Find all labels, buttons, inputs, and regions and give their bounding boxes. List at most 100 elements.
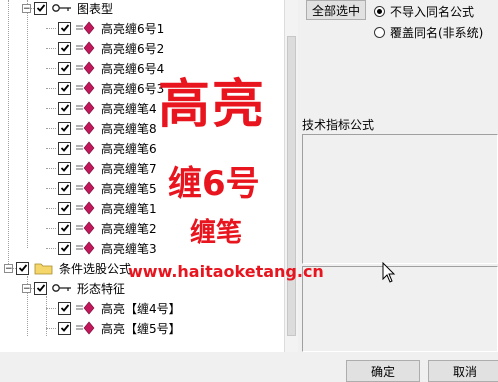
key-icon bbox=[51, 1, 73, 15]
tree-node-label: 高亮缠笔5 bbox=[101, 181, 157, 196]
tree-node-checkbox[interactable] bbox=[58, 241, 71, 255]
tree-node[interactable]: − 条件选股公式 bbox=[4, 258, 131, 278]
tree-node[interactable]: 高亮【缠5号】 bbox=[58, 318, 181, 338]
tree-node-checkbox[interactable] bbox=[58, 301, 71, 315]
ok-button[interactable]: 确定 bbox=[346, 360, 420, 382]
tree-connector-line bbox=[46, 128, 56, 129]
tree-node-label: 高亮缠笔6 bbox=[101, 141, 157, 156]
tree-scroll-thumb[interactable] bbox=[287, 36, 296, 336]
formula-diamond-icon bbox=[75, 21, 97, 35]
formula-diamond-icon bbox=[75, 161, 97, 175]
tree-node-label: 形态特征 bbox=[77, 281, 126, 296]
collapse-icon[interactable]: − bbox=[22, 283, 31, 293]
tree-scrollbar[interactable] bbox=[284, 0, 298, 352]
tree-connector-line bbox=[46, 148, 56, 149]
tree-node-checkbox[interactable] bbox=[58, 121, 71, 135]
formula-diamond-icon bbox=[75, 141, 97, 155]
tree-connector-line bbox=[46, 208, 56, 209]
radio-skip-duplicates[interactable]: 不导入同名公式 bbox=[374, 3, 474, 20]
tree-node[interactable]: 高亮缠6号2 bbox=[58, 38, 164, 58]
tree-connector-line bbox=[46, 228, 56, 229]
tree-node-label: 高亮缠6号4 bbox=[101, 61, 165, 76]
tree-connector-line bbox=[46, 188, 56, 189]
tree-node-checkbox[interactable] bbox=[58, 321, 71, 335]
tree-node-label: 高亮缠笔3 bbox=[101, 241, 157, 256]
tree-node[interactable]: 高亮缠笔7 bbox=[58, 158, 157, 178]
formula-info-box bbox=[302, 134, 498, 264]
tree-node[interactable]: 高亮缠6号3 bbox=[58, 78, 164, 98]
formula-diamond-icon bbox=[75, 101, 97, 115]
tree-connector-line bbox=[46, 68, 56, 69]
tree-connector-line bbox=[46, 28, 56, 29]
tree-connector-line bbox=[46, 328, 56, 329]
tree-connector-line bbox=[46, 296, 47, 336]
tree-node[interactable]: 高亮缠笔6 bbox=[58, 138, 157, 158]
tree-node-checkbox[interactable] bbox=[58, 201, 71, 215]
formula-diamond-icon bbox=[75, 41, 97, 55]
formula-diamond-icon bbox=[75, 181, 97, 195]
tree-node-label: 高亮缠笔8 bbox=[101, 121, 157, 136]
select-all-button[interactable]: 全部选中 bbox=[306, 0, 366, 20]
radio-overwrite-duplicates[interactable]: 覆盖同名(非系统) bbox=[374, 24, 483, 41]
watermark-subtitle-2: 缠笔 bbox=[190, 218, 243, 248]
collapse-icon[interactable]: − bbox=[4, 263, 13, 273]
tree-node-checkbox[interactable] bbox=[58, 101, 71, 115]
formula-diamond-icon bbox=[75, 121, 97, 135]
tree-node-checkbox[interactable] bbox=[34, 1, 47, 15]
tree-node-label: 高亮缠笔1 bbox=[101, 201, 157, 216]
tree-node[interactable]: 高亮缠6号4 bbox=[58, 58, 164, 78]
tree-node-checkbox[interactable] bbox=[58, 61, 71, 75]
mouse-cursor-icon bbox=[382, 262, 396, 283]
tree-node-checkbox[interactable] bbox=[58, 161, 71, 175]
tree-node-checkbox[interactable] bbox=[58, 21, 71, 35]
radio-skip-duplicates-label: 不导入同名公式 bbox=[390, 5, 475, 19]
tree-node-label: 高亮缠笔4 bbox=[101, 101, 157, 116]
tree-node-label: 高亮缠6号3 bbox=[101, 81, 165, 96]
tree-node[interactable]: − 形态特征 bbox=[22, 278, 125, 298]
collapse-icon[interactable]: − bbox=[22, 3, 31, 13]
formula-info-label: 技术指标公式 bbox=[302, 118, 375, 132]
watermark-url: www.haitaoketang.cn bbox=[128, 262, 324, 281]
tree-node-label: 高亮缠笔2 bbox=[101, 221, 157, 236]
tree-connector-line bbox=[46, 108, 56, 109]
formula-diamond-icon bbox=[75, 241, 97, 255]
tree-node[interactable]: 高亮缠6号1 bbox=[58, 18, 164, 38]
tree-node-checkbox[interactable] bbox=[34, 281, 47, 295]
radio-skip-duplicates-indicator[interactable] bbox=[374, 6, 385, 17]
cancel-button[interactable]: 取消 bbox=[428, 360, 498, 382]
options-panel: 全部选中 不导入同名公式 覆盖同名(非系统) 技术指标公式 bbox=[300, 0, 498, 352]
tree-node-label: 高亮缠笔7 bbox=[101, 161, 157, 176]
key-icon bbox=[51, 281, 73, 295]
formula-diamond-icon bbox=[75, 321, 97, 335]
tree-node-checkbox[interactable] bbox=[58, 141, 71, 155]
tree-connector-line bbox=[46, 308, 56, 309]
tree-node-checkbox[interactable] bbox=[58, 181, 71, 195]
tree-connector-line bbox=[46, 168, 56, 169]
tree-node[interactable]: 高亮缠笔3 bbox=[58, 238, 157, 258]
watermark-title: 高亮 bbox=[158, 75, 267, 135]
tree-node[interactable]: 高亮缠笔5 bbox=[58, 178, 157, 198]
tree-node-label: 高亮缠6号2 bbox=[101, 41, 165, 56]
tree-node-label: 高亮【缠4号】 bbox=[101, 301, 181, 316]
tree-node-checkbox[interactable] bbox=[58, 81, 71, 95]
tree-connector-line bbox=[27, 0, 28, 248]
radio-overwrite-duplicates-indicator[interactable] bbox=[374, 27, 385, 38]
tree-node[interactable]: 高亮缠笔1 bbox=[58, 198, 157, 218]
formula-diamond-icon bbox=[75, 61, 97, 75]
tree-connector-line bbox=[46, 88, 56, 89]
formula-diamond-icon bbox=[75, 301, 97, 315]
tree-node[interactable]: 高亮缠笔4 bbox=[58, 98, 157, 118]
formula-diamond-icon bbox=[75, 201, 97, 215]
tree-node-checkbox[interactable] bbox=[58, 221, 71, 235]
tree-node-checkbox[interactable] bbox=[16, 261, 29, 275]
tree-node-checkbox[interactable] bbox=[58, 41, 71, 55]
tree-node[interactable]: − 图表型 bbox=[22, 0, 113, 18]
watermark-subtitle: 缠6号 bbox=[168, 164, 260, 204]
tree-connector-line bbox=[8, 0, 9, 270]
formula-diamond-icon bbox=[75, 221, 97, 235]
formula-detail-box bbox=[302, 266, 498, 352]
tree-node[interactable]: 高亮缠笔2 bbox=[58, 218, 157, 238]
tree-node-label: 高亮【缠5号】 bbox=[101, 321, 181, 336]
tree-node[interactable]: 高亮缠笔8 bbox=[58, 118, 157, 138]
tree-node[interactable]: 高亮【缠4号】 bbox=[58, 298, 181, 318]
